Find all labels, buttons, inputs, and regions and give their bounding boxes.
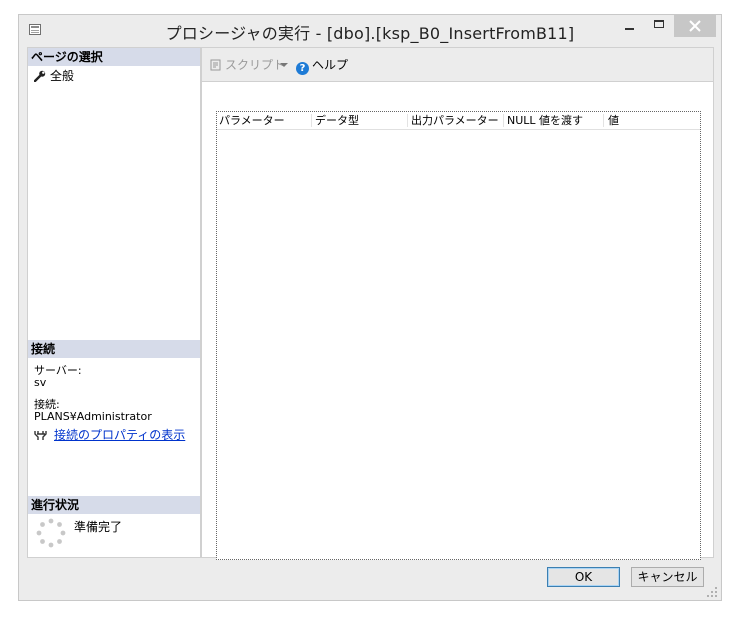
script-icon bbox=[210, 59, 221, 71]
spinner-icon bbox=[36, 518, 66, 548]
ok-button[interactable]: OK bbox=[547, 567, 620, 587]
script-button[interactable]: スクリプト bbox=[210, 58, 285, 72]
connection-header: 接続 bbox=[28, 340, 200, 358]
help-button-label: ヘルプ bbox=[312, 58, 349, 72]
progress-header: 進行状況 bbox=[28, 496, 200, 514]
minimize-button[interactable] bbox=[615, 15, 643, 37]
close-button[interactable] bbox=[674, 15, 716, 37]
connection-properties-link[interactable]: 接続のプロパティの表示 bbox=[54, 428, 185, 442]
help-icon: ? bbox=[296, 62, 309, 75]
nav-item-general-label: 全般 bbox=[50, 69, 75, 83]
right-pane: スクリプト ? ヘルプ パラメーター データ型 出力パラメーター NULL 値を渡… bbox=[201, 47, 714, 560]
dropdown-arrow-icon[interactable] bbox=[280, 63, 288, 67]
resize-grip-icon[interactable] bbox=[706, 586, 718, 598]
script-button-label: スクリプト bbox=[225, 58, 286, 72]
col-header-data-type[interactable]: データ型 bbox=[315, 113, 359, 128]
nav-item-general[interactable]: 全般 bbox=[34, 68, 74, 84]
left-pane: ページの選択 全般 接続 サーバー: sv 接続: PLANS¥Administ… bbox=[27, 47, 201, 558]
maximize-button[interactable] bbox=[645, 15, 673, 37]
minimize-icon bbox=[625, 28, 634, 30]
connection-value: PLANS¥Administrator bbox=[34, 410, 152, 423]
page-select-header: ページの選択 bbox=[28, 48, 200, 66]
col-header-value[interactable]: 値 bbox=[608, 113, 619, 128]
grid-header: パラメーター データ型 出力パラメーター NULL 値を渡す 値 bbox=[217, 112, 700, 130]
close-icon bbox=[689, 20, 701, 32]
help-button[interactable]: ? ヘルプ bbox=[296, 58, 349, 75]
server-value: sv bbox=[34, 376, 47, 389]
col-header-parameter[interactable]: パラメーター bbox=[219, 113, 285, 128]
progress-status: 準備完了 bbox=[74, 520, 123, 534]
maximize-icon bbox=[654, 20, 664, 28]
col-header-pass-null[interactable]: NULL 値を渡す bbox=[507, 113, 583, 128]
execute-procedure-dialog: プロシージャの実行 - [dbo].[ksp_B0_InsertFromB11]… bbox=[18, 14, 722, 601]
plug-icon bbox=[34, 431, 47, 440]
toolbar: スクリプト ? ヘルプ bbox=[202, 48, 713, 82]
connection-properties-row: 接続のプロパティの表示 bbox=[34, 428, 185, 442]
title-bar: プロシージャの実行 - [dbo].[ksp_B0_InsertFromB11] bbox=[19, 15, 721, 46]
col-header-output[interactable]: 出力パラメーター bbox=[411, 113, 499, 128]
parameter-grid[interactable]: パラメーター データ型 出力パラメーター NULL 値を渡す 値 bbox=[216, 111, 701, 560]
cancel-button[interactable]: キャンセル bbox=[631, 567, 704, 587]
wrench-icon bbox=[34, 70, 46, 82]
